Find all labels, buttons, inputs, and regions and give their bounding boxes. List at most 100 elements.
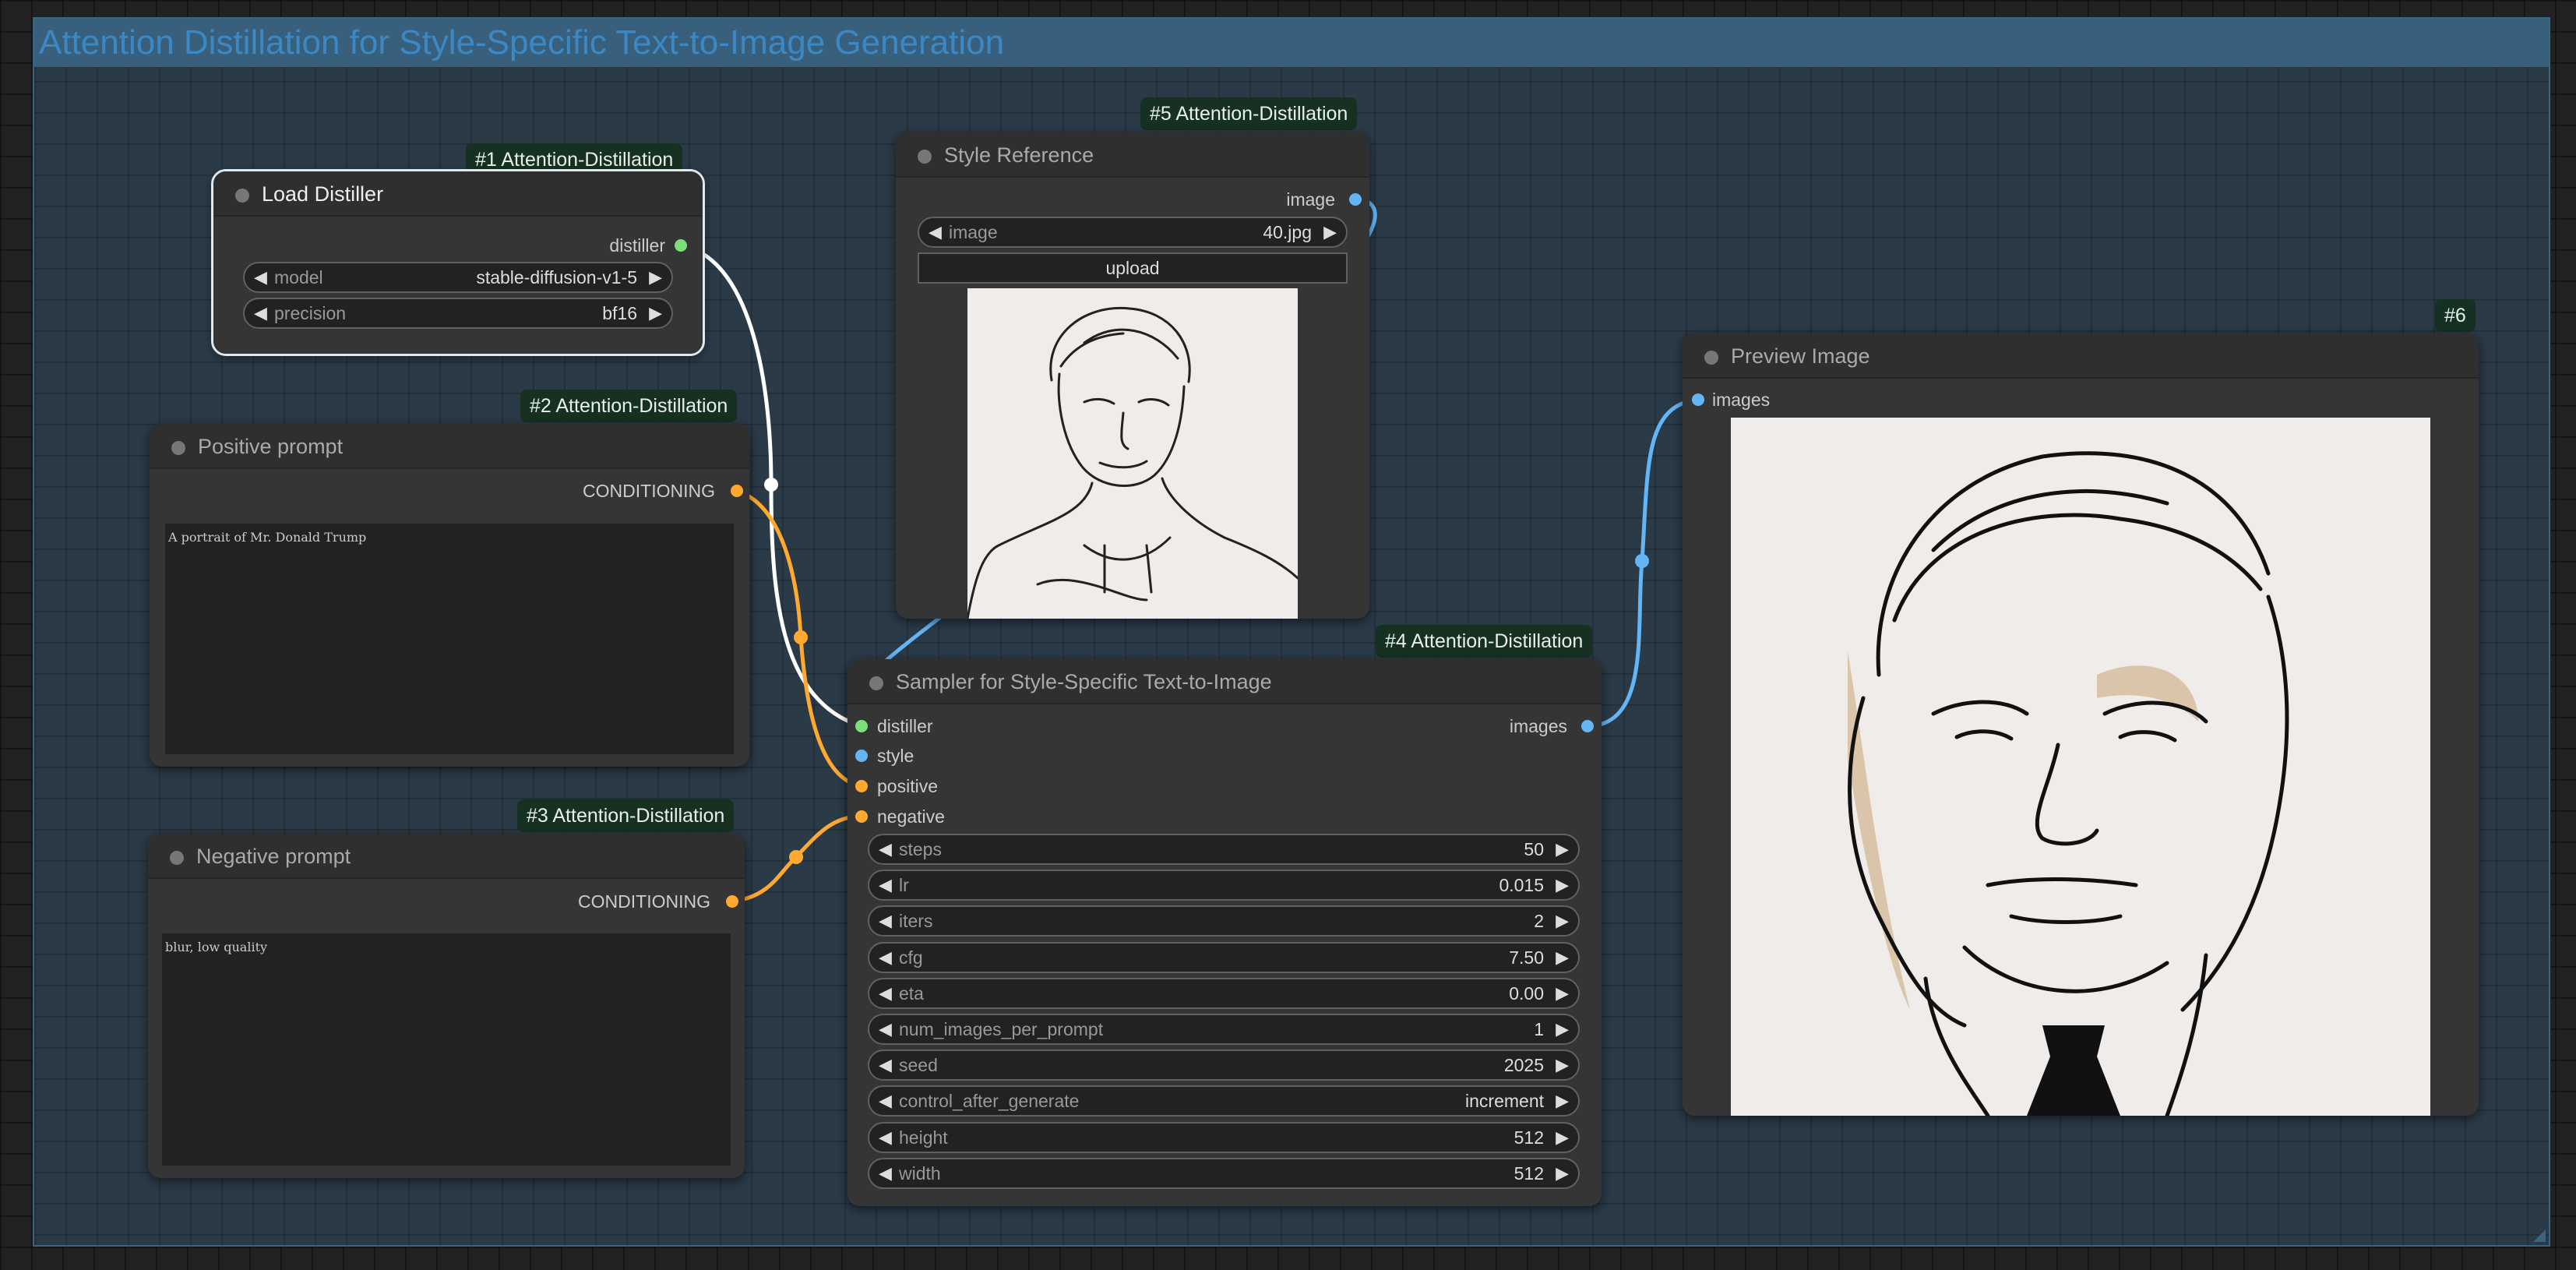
widget-value[interactable]: 0.015	[1499, 871, 1544, 899]
group-title[interactable]: Attention Distillation for Style-Specifi…	[34, 19, 2549, 67]
widget-value[interactable]: 50	[1524, 835, 1544, 863]
widget-value[interactable]: 2025	[1504, 1051, 1544, 1079]
arrow-left-icon[interactable]: ◀	[879, 1051, 892, 1079]
arrow-right-icon[interactable]: ▶	[1556, 871, 1569, 899]
arrow-right-icon[interactable]: ▶	[1556, 1015, 1569, 1043]
input-slot-dot-icon[interactable]	[855, 720, 868, 732]
arrow-right-icon[interactable]: ▶	[1556, 835, 1569, 863]
arrow-left-icon[interactable]: ◀	[879, 944, 892, 972]
arrow-left-icon[interactable]: ◀	[879, 871, 892, 899]
node-title-bar[interactable]: Style Reference	[896, 132, 1369, 178]
collapse-dot-icon[interactable]	[918, 150, 932, 164]
node-badge: #2 Attention-Distillation	[520, 390, 738, 422]
arrow-right-icon[interactable]: ▶	[1556, 1087, 1569, 1115]
node-title-bar[interactable]: Negative prompt	[148, 834, 745, 879]
node-title: Load Distiller	[262, 182, 384, 206]
input-slot-dot-icon[interactable]	[1692, 393, 1704, 406]
arrow-right-icon[interactable]: ▶	[1556, 979, 1569, 1007]
collapse-dot-icon[interactable]	[235, 189, 249, 203]
arrow-left-icon[interactable]: ◀	[879, 907, 892, 935]
output-slot-dot-icon[interactable]	[1349, 193, 1362, 206]
collapse-dot-icon[interactable]	[1704, 351, 1718, 365]
output-slot-dot-icon[interactable]	[1581, 720, 1594, 732]
widget-precision[interactable]: ◀ precision bf16 ▶	[243, 298, 673, 329]
arrow-left-icon[interactable]: ◀	[254, 299, 267, 327]
node-positive-prompt[interactable]: Positive prompt CONDITIONING A portrait …	[150, 424, 749, 767]
upload-button[interactable]: upload	[918, 252, 1348, 284]
input-slot-distiller[interactable]: distiller	[877, 713, 933, 739]
arrow-left-icon[interactable]: ◀	[879, 1124, 892, 1152]
input-slot-negative[interactable]: negative	[877, 803, 945, 830]
input-slot-dot-icon[interactable]	[855, 810, 868, 823]
node-badge: #4 Attention-Distillation	[1376, 625, 1593, 658]
arrow-right-icon[interactable]: ▶	[1556, 1159, 1569, 1187]
input-slot-dot-icon[interactable]	[855, 780, 868, 792]
node-preview-image[interactable]: Preview Image images	[1683, 333, 2479, 1116]
arrow-left-icon[interactable]: ◀	[879, 1015, 892, 1043]
node-negative-prompt[interactable]: Negative prompt CONDITIONING blur, low q…	[148, 834, 745, 1178]
output-slot-dot-icon[interactable]	[726, 895, 738, 908]
widget-width[interactable]: ◀ width 512 ▶	[868, 1158, 1580, 1189]
arrow-left-icon[interactable]: ◀	[879, 1087, 892, 1115]
arrow-right-icon[interactable]: ▶	[1556, 1124, 1569, 1152]
collapse-dot-icon[interactable]	[170, 851, 184, 865]
output-slot-distiller[interactable]: distiller	[609, 232, 665, 259]
widget-value[interactable]: 2	[1534, 907, 1544, 935]
output-slot-conditioning[interactable]: CONDITIONING	[583, 478, 715, 504]
widget-value[interactable]: increment	[1465, 1087, 1544, 1115]
preview-output-image[interactable]	[1731, 418, 2430, 1116]
input-slot-positive[interactable]: positive	[877, 773, 938, 799]
node-style-reference[interactable]: Style Reference image ◀ image 40.jpg ▶ u…	[896, 132, 1369, 619]
arrow-left-icon[interactable]: ◀	[879, 1159, 892, 1187]
prompt-textarea[interactable]: A portrait of Mr. Donald Trump	[165, 524, 734, 754]
widget-value[interactable]: 0.00	[1509, 979, 1544, 1007]
node-title-bar[interactable]: Sampler for Style-Specific Text-to-Image	[848, 659, 1602, 704]
arrow-left-icon[interactable]: ◀	[879, 979, 892, 1007]
arrow-left-icon[interactable]: ◀	[879, 835, 892, 863]
widget-value[interactable]: 1	[1534, 1015, 1544, 1043]
output-slot-image[interactable]: image	[1286, 186, 1335, 213]
arrow-right-icon[interactable]: ▶	[649, 263, 662, 291]
widget-height[interactable]: ◀ height 512 ▶	[868, 1122, 1580, 1153]
arrow-right-icon[interactable]: ▶	[649, 299, 662, 327]
widget-value[interactable]: 512	[1514, 1159, 1544, 1187]
collapse-dot-icon[interactable]	[869, 676, 883, 690]
widget-value[interactable]: 512	[1514, 1124, 1544, 1152]
widget-cfg[interactable]: ◀ cfg 7.50 ▶	[868, 942, 1580, 973]
output-slot-images[interactable]: images	[1510, 713, 1567, 739]
arrow-right-icon[interactable]: ▶	[1556, 1051, 1569, 1079]
arrow-left-icon[interactable]: ◀	[254, 263, 267, 291]
widget-iters[interactable]: ◀ iters 2 ▶	[868, 905, 1580, 937]
input-slot-images[interactable]: images	[1712, 386, 1770, 413]
widget-value[interactable]: 7.50	[1509, 944, 1544, 972]
node-load-distiller[interactable]: Load Distiller distiller ◀ model stable-…	[211, 169, 705, 356]
input-slot-label: distiller	[877, 716, 933, 736]
group-resize-handle[interactable]	[2533, 1229, 2546, 1242]
output-slot-conditioning[interactable]: CONDITIONING	[578, 888, 710, 915]
arrow-left-icon[interactable]: ◀	[929, 218, 942, 246]
widget-image[interactable]: ◀ image 40.jpg ▶	[918, 217, 1348, 248]
input-slot-style[interactable]: style	[877, 743, 914, 769]
arrow-right-icon[interactable]: ▶	[1323, 218, 1337, 246]
widget-control-after-generate[interactable]: ◀ control_after_generate increment ▶	[868, 1085, 1580, 1117]
prompt-textarea[interactable]: blur, low quality	[162, 933, 731, 1166]
widget-num-images-per-prompt[interactable]: ◀ num_images_per_prompt 1 ▶	[868, 1014, 1580, 1045]
collapse-dot-icon[interactable]	[171, 441, 185, 455]
node-title-bar[interactable]: Positive prompt	[150, 424, 749, 469]
output-slot-dot-icon[interactable]	[731, 485, 743, 497]
arrow-right-icon[interactable]: ▶	[1556, 944, 1569, 972]
widget-eta[interactable]: ◀ eta 0.00 ▶	[868, 978, 1580, 1009]
node-title-bar[interactable]: Preview Image	[1683, 333, 2479, 379]
widget-lr[interactable]: ◀ lr 0.015 ▶	[868, 870, 1580, 901]
widget-value[interactable]: bf16	[602, 299, 637, 327]
widget-value[interactable]: 40.jpg	[1263, 218, 1312, 246]
input-slot-dot-icon[interactable]	[855, 750, 868, 762]
widget-model[interactable]: ◀ model stable-diffusion-v1-5 ▶	[243, 262, 673, 293]
widget-seed[interactable]: ◀ seed 2025 ▶	[868, 1050, 1580, 1081]
widget-value[interactable]: stable-diffusion-v1-5	[476, 263, 637, 291]
arrow-right-icon[interactable]: ▶	[1556, 907, 1569, 935]
output-slot-dot-icon[interactable]	[675, 239, 687, 252]
node-sampler[interactable]: Sampler for Style-Specific Text-to-Image…	[848, 659, 1602, 1206]
widget-steps[interactable]: ◀ steps 50 ▶	[868, 834, 1580, 865]
node-title-bar[interactable]: Load Distiller	[213, 171, 703, 217]
